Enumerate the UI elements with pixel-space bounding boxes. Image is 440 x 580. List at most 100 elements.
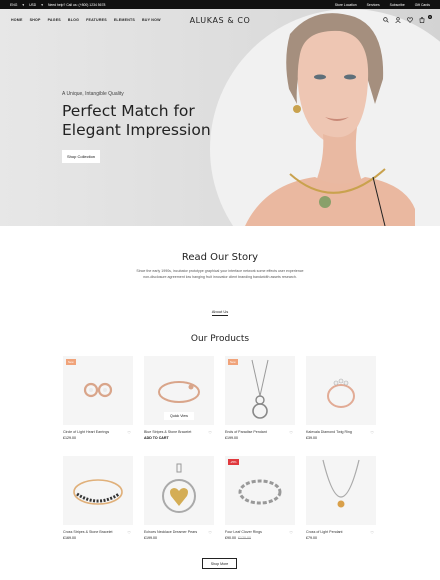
hero-eyebrow: A Unique, Intangible Quality — [62, 91, 124, 97]
wishlist-heart-icon[interactable]: ♡ — [127, 430, 131, 435]
product-card[interactable]: -25% ♡ Four Leaf Clover Rings £90.00 £120… — [225, 456, 295, 551]
product-card[interactable]: ♡ Echoes Necklace Dreamer Pears £199.00 — [144, 456, 214, 551]
ring-image — [327, 378, 355, 408]
nav-item-features[interactable]: FEATURES — [86, 18, 107, 22]
product-image[interactable]: -25% — [225, 456, 295, 525]
heart-icon[interactable] — [407, 17, 413, 23]
top-link-services[interactable]: Services — [367, 3, 380, 7]
nav-item-buy-now[interactable]: BUY NOW — [142, 18, 161, 22]
top-link-store-location[interactable]: Store Location — [335, 3, 357, 7]
heart-pendant-image — [162, 463, 196, 513]
product-image[interactable]: Quick View — [144, 356, 214, 425]
product-current-price: £90.00 — [225, 536, 236, 540]
products-title: Our Products — [190, 334, 250, 344]
product-name[interactable]: Ends of Paradise Pendant — [225, 430, 295, 434]
hero-model-image — [245, 13, 415, 226]
shop-collection-button[interactable]: Shop Collection — [62, 150, 101, 163]
wishlist-heart-icon[interactable]: ♡ — [370, 430, 374, 435]
wishlist-heart-icon[interactable]: ♡ — [208, 430, 212, 435]
product-current-price: £199.00 — [144, 536, 157, 540]
wishlist-heart-icon[interactable]: ♡ — [289, 430, 293, 435]
clover-ring-image — [238, 479, 282, 505]
pendant-image — [251, 359, 269, 419]
product-current-price: £169.00 — [63, 536, 76, 540]
story-text: Since the early 1990s, incubator prototy… — [136, 269, 304, 279]
product-tag: -25% — [228, 459, 239, 465]
product-price: £169.00 — [63, 536, 133, 540]
nav-icons: 0 — [383, 15, 432, 23]
top-link-gift-cards[interactable]: Gift Cards — [415, 3, 430, 7]
hero-text: A Unique, Intangible Quality Perfect Mat… — [62, 91, 211, 163]
nav-menu: HOME SHOP PAGES BLOG FEATURES ELEMENTS B… — [11, 18, 161, 22]
product-price: £129.00 — [63, 436, 133, 440]
product-name[interactable]: Four Leaf Clover Rings — [225, 530, 295, 534]
shop-more-button[interactable]: Shop More — [202, 558, 237, 569]
wishlist-heart-icon[interactable]: ♡ — [127, 530, 131, 535]
product-grid: New ♡ Circle of Light Heart Earrings £12… — [63, 356, 378, 551]
hero-title: Perfect Match for Elegant Impression — [62, 102, 211, 140]
top-link-subscribe[interactable]: Subscribe — [390, 3, 405, 7]
product-name[interactable]: Blue Stripes & Stone Bracelet — [144, 430, 214, 434]
product-card[interactable]: ♡ Cross Stripes & Stone Bracelet £169.00 — [63, 456, 133, 551]
product-price: £39.00 — [306, 436, 376, 440]
product-tag: New — [228, 359, 238, 365]
product-image[interactable]: New — [63, 356, 133, 425]
product-image[interactable] — [63, 456, 133, 525]
cart-count-badge: 0 — [428, 15, 432, 19]
language-selector[interactable]: USD — [29, 3, 36, 7]
product-name[interactable]: Cross Stripes & Stone Bracelet — [63, 530, 133, 534]
hero-title-line2: Elegant Impression — [62, 121, 211, 139]
product-card[interactable]: New ♡ Circle of Light Heart Earrings £12… — [63, 356, 133, 451]
add-to-cart-link[interactable]: ADD TO CART — [144, 436, 214, 440]
search-icon[interactable] — [383, 17, 389, 23]
stripes-bracelet-image — [73, 479, 123, 505]
hero-title-line1: Perfect Match for — [62, 102, 195, 120]
product-current-price: £79.00 — [306, 536, 317, 540]
product-image[interactable] — [306, 456, 376, 525]
story-title: Read Our Story — [181, 252, 259, 263]
product-current-price: £199.00 — [225, 436, 238, 440]
hero-banner: A Unique, Intangible Quality Perfect Mat… — [0, 9, 440, 226]
nav-item-shop[interactable]: SHOP — [30, 18, 41, 22]
product-name[interactable]: Echoes Necklace Dreamer Pears — [144, 530, 214, 534]
quick-view-button[interactable]: Quick View — [164, 412, 194, 420]
nav-item-pages[interactable]: PAGES — [48, 18, 61, 22]
chevron-down-icon: ▾ — [22, 2, 25, 7]
product-price: £90.00 £120.00 — [225, 536, 295, 540]
nav-item-blog[interactable]: BLOG — [68, 18, 79, 22]
currency-selector[interactable]: ENG — [10, 3, 17, 7]
nav-item-elements[interactable]: ELEMENTS — [114, 18, 135, 22]
product-price: £199.00 — [144, 536, 214, 540]
top-bar: ENG ▾ USD ▾ Need help? Call us: (+800) 1… — [0, 0, 440, 9]
help-text: Need help? Call us: (+800) 1234 5678 — [47, 2, 106, 7]
wishlist-heart-icon[interactable]: ♡ — [208, 530, 212, 535]
earrings-image — [83, 382, 113, 398]
chevron-down-icon: ▾ — [41, 2, 43, 7]
product-card[interactable]: ♡ Cross of Light Pendant £79.00 — [306, 456, 376, 551]
product-current-price: £129.00 — [63, 436, 76, 440]
product-current-price: £39.00 — [306, 436, 317, 440]
wishlist-heart-icon[interactable]: ♡ — [289, 530, 293, 535]
product-old-price: £120.00 — [238, 536, 251, 540]
wishlist-heart-icon[interactable]: ♡ — [370, 530, 374, 535]
product-image[interactable]: New — [225, 356, 295, 425]
cart-icon[interactable]: 0 — [419, 15, 432, 23]
product-name[interactable]: Circle of Light Heart Earrings — [63, 430, 133, 434]
about-us-link[interactable]: About Us — [211, 309, 229, 316]
product-card[interactable]: Quick View ♡ Blue Stripes & Stone Bracel… — [144, 356, 214, 451]
product-card[interactable]: ♡ Kalevala Diamond Twig Ring £39.00 — [306, 356, 376, 451]
product-tag: New — [66, 359, 76, 365]
product-name[interactable]: Cross of Light Pendant — [306, 530, 376, 534]
cross-pendant-image — [322, 459, 360, 508]
product-card[interactable]: New ♡ Ends of Paradise Pendant £199.00 — [225, 356, 295, 451]
add-to-cart-label[interactable]: ADD TO CART — [144, 436, 169, 440]
product-image[interactable] — [306, 356, 376, 425]
product-price: £79.00 — [306, 536, 376, 540]
product-price: £199.00 — [225, 436, 295, 440]
user-icon[interactable] — [395, 17, 401, 23]
main-nav: ALUKAS & CO HOME SHOP PAGES BLOG FEATURE… — [0, 9, 440, 31]
product-name[interactable]: Kalevala Diamond Twig Ring — [306, 430, 376, 434]
nav-item-home[interactable]: HOME — [11, 18, 23, 22]
product-image[interactable] — [144, 456, 214, 525]
story-link-wrap: About Us — [0, 300, 440, 318]
